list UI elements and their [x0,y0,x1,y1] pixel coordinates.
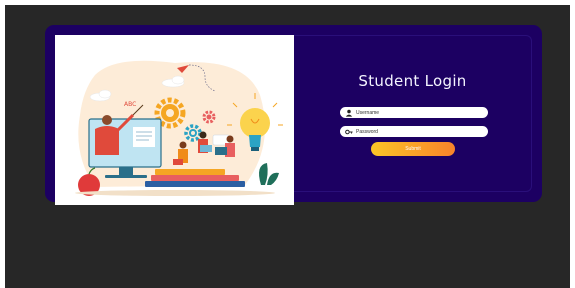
key-icon [345,129,353,134]
password-field[interactable] [340,126,488,137]
book-stack [151,175,239,181]
education-illustration: ABC [55,35,294,205]
plant-icon [259,163,279,185]
username-input[interactable] [356,108,484,117]
login-form: Student Login Submit [294,35,532,192]
abc-label: ABC [124,101,136,108]
username-field[interactable] [340,107,488,118]
user-icon [345,109,353,117]
login-card: ABC Student Login Username Submit [45,25,542,205]
book-stack [155,169,225,175]
page-background: ABC Student Login Username Submit [5,5,570,288]
ground-shadow [75,190,275,196]
illustration-art: ABC [75,60,283,196]
submit-button[interactable]: Submit [371,142,455,156]
book-stack [145,181,245,187]
page-title: Student Login [358,72,467,90]
password-input[interactable] [356,127,484,136]
